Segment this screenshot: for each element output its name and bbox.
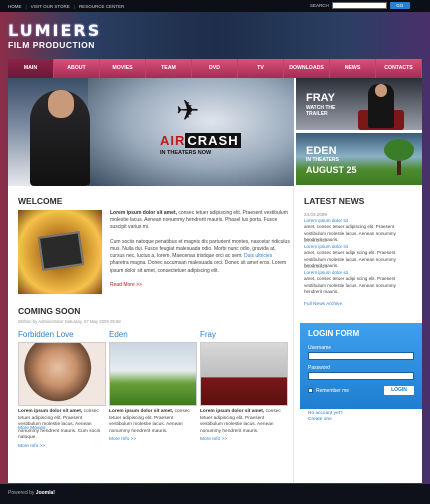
movie-image[interactable]	[109, 342, 197, 406]
nav-movies[interactable]: MOVIES	[100, 59, 146, 78]
promo-eden-title: EDEN	[306, 145, 337, 157]
movie-card: Forbidden Love Lorem ipsum dolor sit ame…	[18, 330, 106, 449]
password-label: Password	[308, 365, 330, 371]
remember-label: Remember me	[316, 388, 350, 394]
inline-link[interactable]: Duis ultricies	[244, 253, 272, 259]
password-field[interactable]	[308, 372, 414, 380]
movie-card: Eden Lorem ipsum dolor sit amet, consec …	[109, 330, 197, 442]
main-nav: MAIN ABOUT MOVIES TEAM DVD TV DOWNLOADS …	[8, 59, 422, 78]
footer: Powered by Joomla!	[0, 484, 430, 504]
welcome-image	[18, 210, 102, 294]
airplane-icon: ✈	[176, 95, 200, 126]
promo-fray-sub: WATCH THE TRAILER	[306, 105, 336, 117]
more-info-link[interactable]: More Info >>	[18, 444, 106, 449]
movie-image[interactable]	[18, 342, 106, 406]
promo-eden[interactable]: EDEN IN THEATERS AUGUST 25	[296, 133, 422, 185]
more-info-link[interactable]: More Info >>	[109, 437, 197, 442]
read-more-link[interactable]: Read More >>	[110, 282, 142, 288]
go-button[interactable]: GO	[389, 2, 410, 9]
nav-dvd[interactable]: DVD	[192, 59, 238, 78]
home-link[interactable]: HOME	[8, 4, 22, 9]
promo-fray[interactable]: FRAY WATCH THE TRAILER	[296, 78, 422, 130]
tree-image	[384, 139, 414, 161]
username-field[interactable]	[308, 352, 414, 360]
nav-tv[interactable]: TV	[238, 59, 284, 78]
search-label: SEARCH	[310, 3, 329, 8]
logo-title[interactable]: LUMIERS	[8, 21, 101, 40]
welcome-heading: WELCOME	[18, 196, 63, 206]
person-face	[375, 84, 387, 97]
top-bar: HOME | VISIT OUR STORE | RESOURCE CENTER S…	[0, 0, 430, 12]
news-item: 24.03.2009 Lorem ipsum dolor sit amet, c…	[304, 264, 414, 295]
main-content: ✈ AIR CRASH IN THEATERS NOW FRAY WATCH TH…	[8, 78, 422, 483]
promo-fray-title: FRAY	[306, 92, 335, 104]
login-button[interactable]: LOGIN	[384, 386, 414, 395]
login-links: Password Reminder No account yet? Create…	[308, 405, 351, 423]
tree-trunk	[397, 159, 401, 175]
logo-subtitle: FILM PRODUCTION	[8, 40, 95, 50]
promo-eden-sub: IN THEATERS	[306, 157, 339, 163]
store-link[interactable]: VISIT OUR STORE	[31, 4, 70, 9]
nav-about[interactable]: ABOUT	[54, 59, 100, 78]
nav-downloads[interactable]: DOWNLOADS	[284, 59, 330, 78]
more-info-link[interactable]: More Info >>	[200, 437, 288, 442]
movie-card: Fray Lorem ipsum dolor sit amet, consec …	[200, 330, 288, 442]
create-account-link[interactable]: Create one	[308, 417, 351, 423]
header: LUMIERS FILM PRODUCTION	[0, 12, 430, 59]
column-divider	[293, 186, 294, 483]
search-input[interactable]	[331, 2, 387, 9]
coming-soon-heading: COMING SOON	[18, 306, 81, 316]
nav-team[interactable]: TEAM	[146, 59, 192, 78]
hero-banner[interactable]: ✈ AIR CRASH IN THEATERS NOW	[8, 78, 294, 186]
nav-main[interactable]: MAIN	[8, 59, 54, 78]
clapperboard-icon	[37, 231, 85, 271]
login-heading: LOGIN FORM	[308, 329, 360, 338]
hero-face	[48, 90, 74, 118]
byline: Written by Administrator Saturday, 07 Ma…	[18, 319, 121, 324]
joomla-link[interactable]: Joomla!	[36, 490, 55, 496]
welcome-text: Lorem ipsum dolor sit amet, consec tetue…	[110, 210, 290, 289]
more-movies-link[interactable]: More Movies	[18, 426, 45, 431]
movie-title-link[interactable]: Forbidden Love	[18, 330, 106, 339]
username-label: Username	[308, 345, 332, 351]
resource-link[interactable]: RESOURCE CENTER	[79, 4, 124, 9]
latest-news-heading: LATEST NEWS	[304, 196, 365, 206]
login-form: LOGIN FORM Username Password Remember me…	[300, 323, 422, 409]
news-archive-link[interactable]: Full News Archive	[304, 302, 342, 307]
movie-image[interactable]	[200, 342, 288, 406]
hero-tagline: IN THEATERS NOW	[160, 150, 212, 156]
nav-contacts[interactable]: CONTACTS	[376, 59, 422, 78]
hero-title: AIR CRASH	[160, 133, 241, 148]
promo-eden-date: AUGUST 25	[306, 165, 357, 175]
remember-checkbox[interactable]	[308, 388, 313, 393]
movie-title-link[interactable]: Fray	[200, 330, 288, 339]
nav-news[interactable]: NEWS	[330, 59, 376, 78]
movie-title-link[interactable]: Eden	[109, 330, 197, 339]
